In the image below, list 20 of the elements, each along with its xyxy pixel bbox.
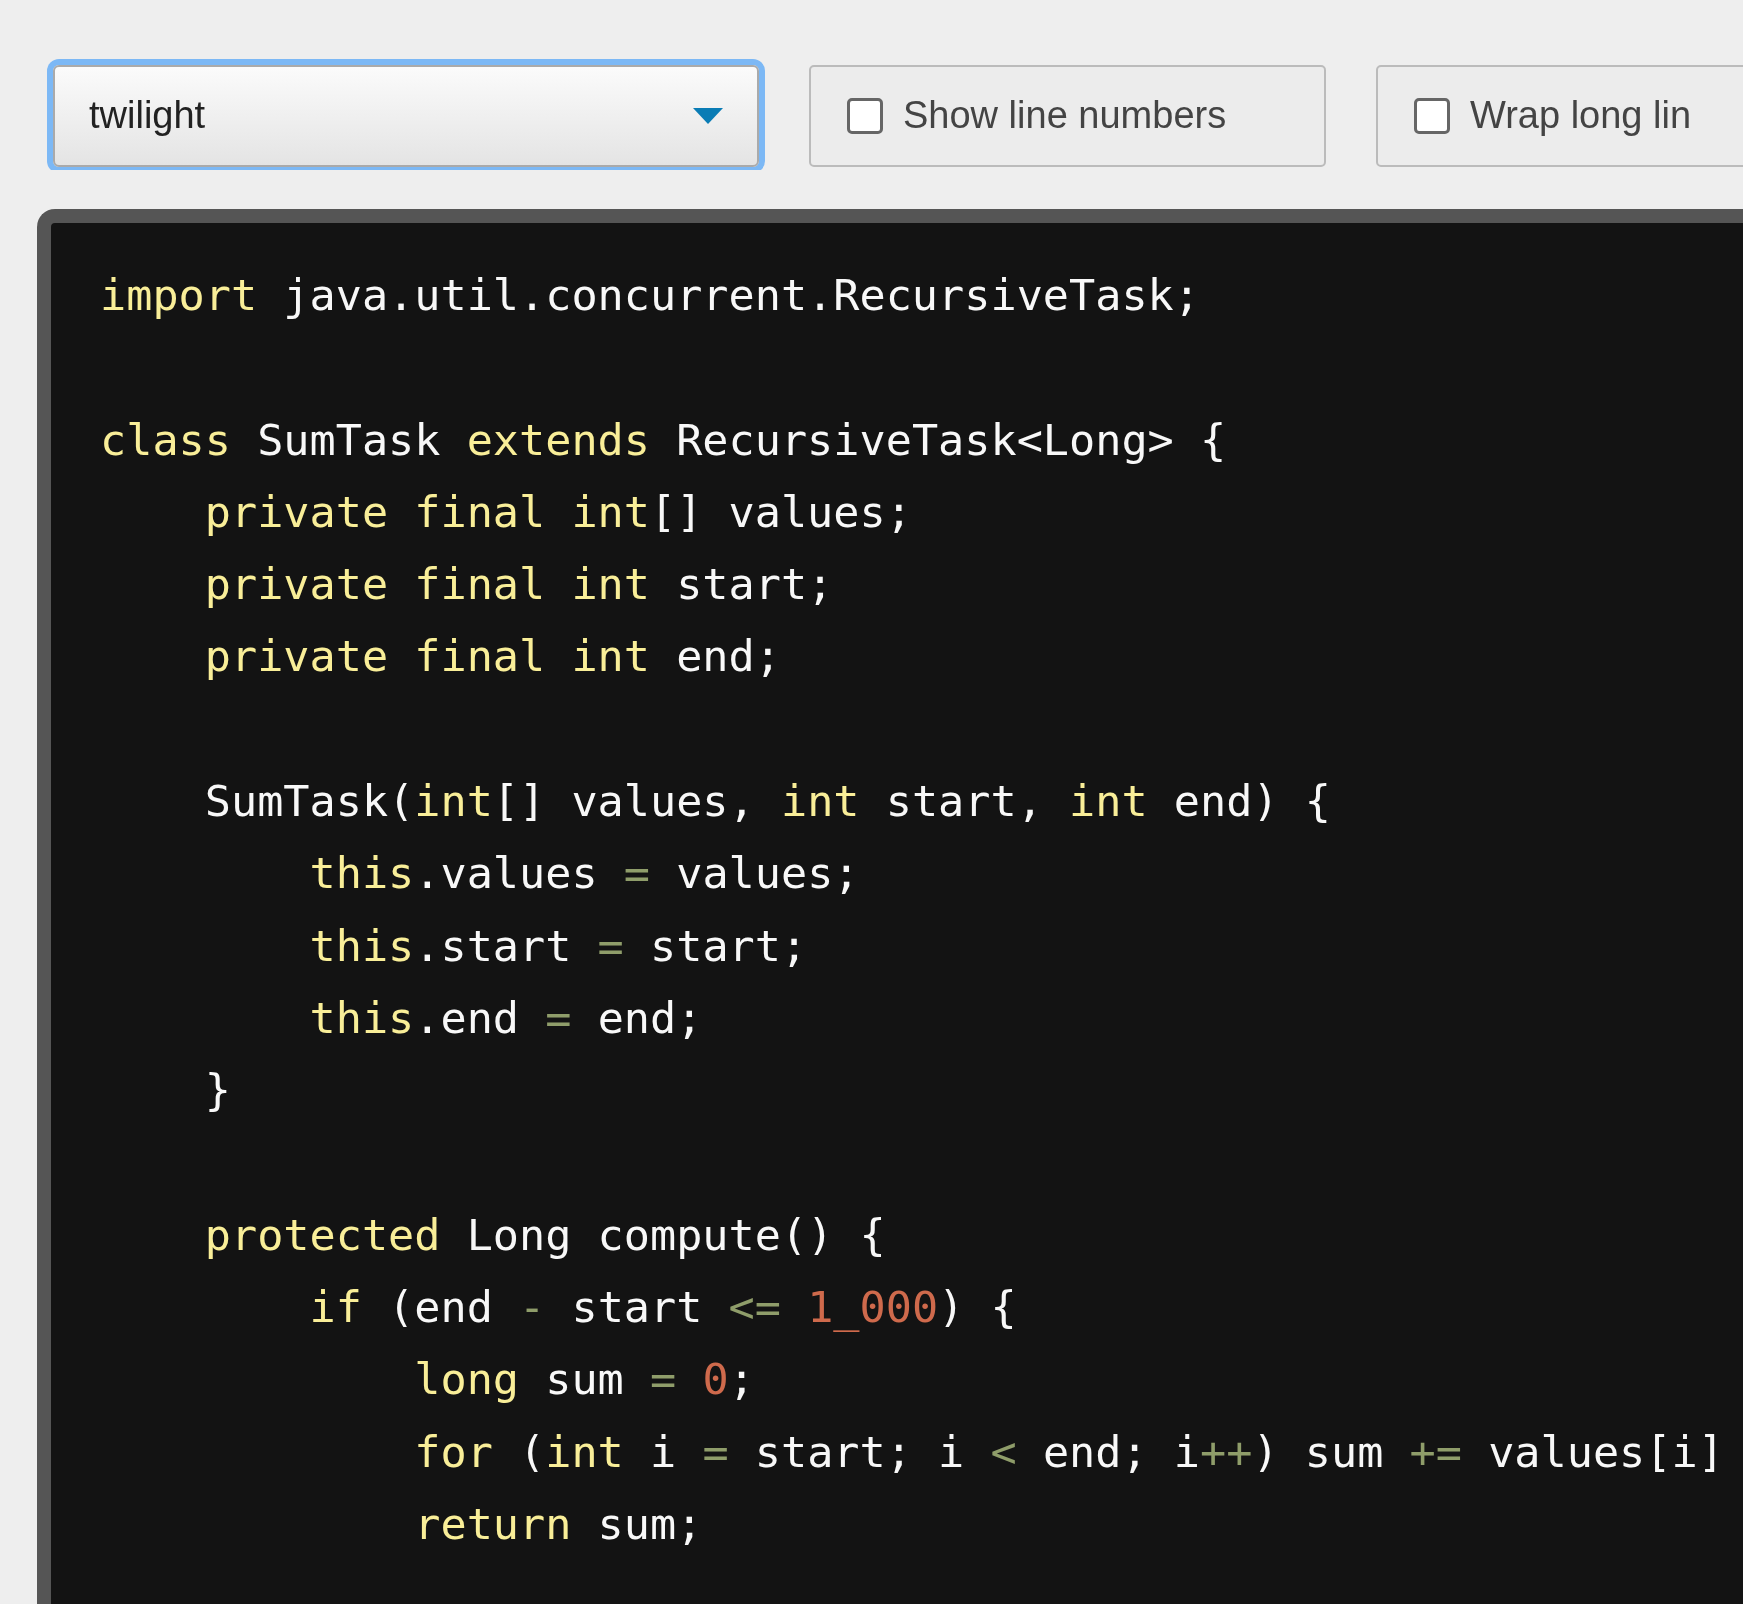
code-line: protected Long compute() { [203,1208,886,1262]
code-line: this.start = start; [308,919,808,973]
code-line: SumTask(int[] values, int start, int end) { [203,775,1331,829]
code-line: this.values = values; [308,847,860,901]
code-line: private final int end; [203,630,781,684]
option-toggle[interactable]: Wrap long lin [1376,64,1743,167]
code-line: import java.util.concurrent.RecursiveTask; [100,269,1200,322]
caret-icon [693,107,723,124]
code-line: if (end - start <= 1_000) { [308,1281,1017,1335]
checkbox[interactable] [847,97,883,134]
code-line: private final int[] values; [203,485,912,539]
code-line: } [203,1064,231,1118]
checkbox[interactable] [1414,97,1450,134]
code-line: private final int start; [203,558,834,612]
code-line: return sum; [413,1498,703,1552]
code-line: class SumTask extends RecursiveTask<Long> { [100,413,1227,467]
option-toggle[interactable]: Show line numbers [809,64,1326,167]
code-line: long sum = 0; [413,1353,755,1407]
code-line: for (int i = start; i < end; i++) sum += values[i] [413,1425,1724,1479]
code-line: this.end = end; [308,991,703,1045]
